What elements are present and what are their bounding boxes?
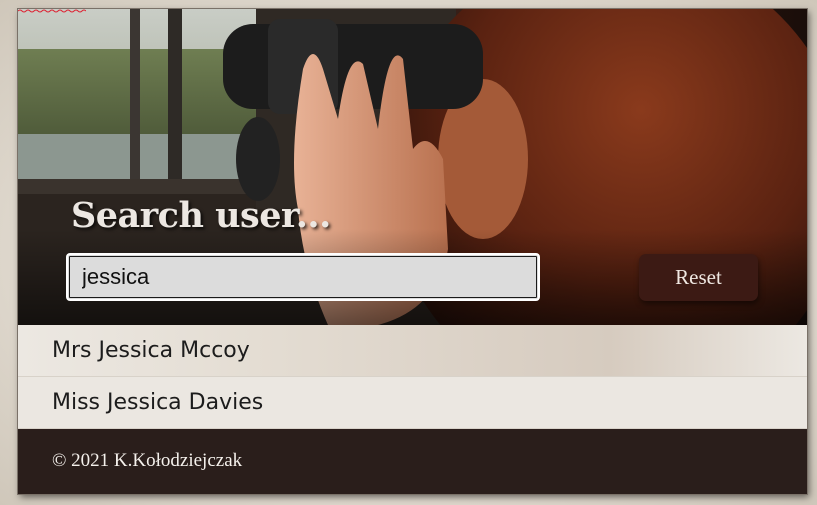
copyright-text: © 2021 K.Kołodziejczak: [52, 450, 243, 471]
user-search-card: Search user... Reset Mrs Jessica Mccoy M…: [18, 9, 807, 494]
results-list: Mrs Jessica Mccoy Miss Jessica Davies: [18, 325, 807, 429]
search-input[interactable]: [66, 253, 540, 301]
hero-banner: Search user... Reset: [18, 9, 807, 325]
search-title: Search user...: [71, 195, 331, 236]
result-item[interactable]: Mrs Jessica Mccoy: [18, 325, 807, 377]
result-item[interactable]: Miss Jessica Davies: [18, 377, 807, 429]
reset-button[interactable]: Reset: [639, 254, 758, 301]
footer: © 2021 K.Kołodziejczak: [18, 430, 807, 494]
